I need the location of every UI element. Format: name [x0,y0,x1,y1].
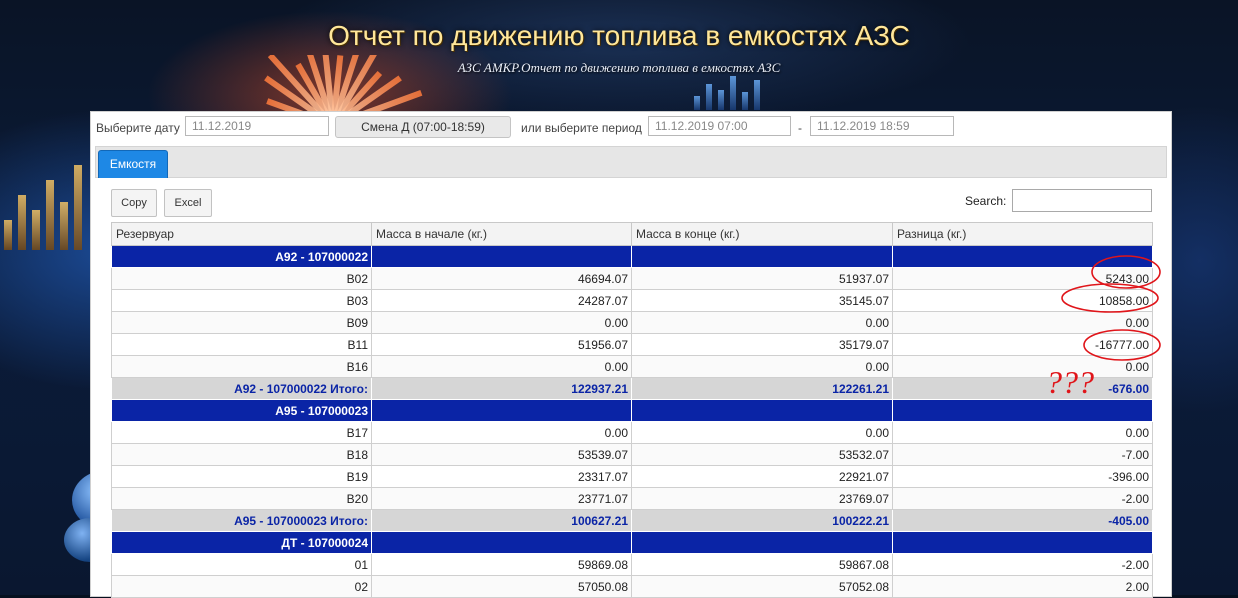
table-row: В18 53539.07 53532.07 -7.00 [111,443,1153,466]
tank-cell: 01 [111,553,372,576]
report-panel: Выберите дату Смена Д (07:00-18:59) или … [90,111,1172,598]
tank-cell: 02 [111,575,372,598]
total-mass-start: 122937.21 [371,377,632,400]
table-row: 02 57050.08 57052.08 2.00 [111,575,1153,598]
total-difference: -405.00 [892,509,1153,532]
period-to-input[interactable] [810,116,954,136]
tank-cell: В18 [111,443,372,466]
period-from-input[interactable] [648,116,791,136]
difference-cell: -16777.00 [892,333,1153,356]
tank-cell: В20 [111,487,372,510]
total-row: А95 - 107000023 Итого: 100627.21 100222.… [111,509,1153,532]
column-header-mass-start[interactable]: Масса в начале (кг.) [371,222,632,246]
mass-start-cell: 51956.07 [371,333,632,356]
table-row: В02 46694.07 51937.07 5243.00 [111,267,1153,290]
filter-bar: Выберите дату Смена Д (07:00-18:59) или … [91,112,1171,142]
table-row: В16 0.00 0.00 0.00 [111,355,1153,378]
mass-start-cell: 0.00 [371,311,632,334]
table-header-row: Резервуар Масса в начале (кг.) Масса в к… [111,222,1153,246]
mass-start-cell: 24287.07 [371,289,632,312]
excel-button[interactable]: Excel [164,189,212,217]
mass-end-cell: 53532.07 [631,443,893,466]
total-difference: -676.00 [892,377,1153,400]
period-separator: - [798,121,802,135]
group-row: А95 - 107000023 [111,399,1153,422]
tank-cell: В03 [111,289,372,312]
mass-start-cell: 23771.07 [371,487,632,510]
difference-cell: -2.00 [892,487,1153,510]
tank-cell: В19 [111,465,372,488]
mass-end-cell: 57052.08 [631,575,893,598]
tank-cell: В11 [111,333,372,356]
search-label: Search: [965,194,1007,208]
tank-cell: В17 [111,421,372,444]
copy-button[interactable]: Copy [111,189,157,217]
background-bar-chart [0,150,90,250]
table-row: В03 24287.07 35145.07 10858.00 [111,289,1153,312]
total-row: А92 - 107000022 Итого: 122937.21 122261.… [111,377,1153,400]
shift-button[interactable]: Смена Д (07:00-18:59) [335,116,511,138]
difference-cell: 10858.00 [892,289,1153,312]
table-row: В20 23771.07 23769.07 -2.00 [111,487,1153,510]
date-label: Выберите дату [96,121,180,135]
column-header-difference[interactable]: Разница (кг.) [892,222,1153,246]
table-row: 01 59869.08 59867.08 -2.00 [111,553,1153,576]
search-input[interactable] [1012,189,1152,212]
column-header-mass-end[interactable]: Масса в конце (кг.) [631,222,893,246]
difference-cell: 0.00 [892,421,1153,444]
mass-end-cell: 59867.08 [631,553,893,576]
tab-bar: Емкостя [95,146,1167,178]
total-label: А92 - 107000022 Итого: [111,377,372,400]
table-row: В11 51956.07 35179.07 -16777.00 [111,333,1153,356]
mass-start-cell: 23317.07 [371,465,632,488]
mass-start-cell: 53539.07 [371,443,632,466]
group-name: А92 - 107000022 [111,245,372,268]
page-subtitle: АЗС АМКР.Отчет по движению топлива в емк… [457,60,781,75]
fuel-table: Резервуар Масса в начале (кг.) Масса в к… [111,222,1153,598]
difference-cell: 0.00 [892,311,1153,334]
mass-start-cell: 57050.08 [371,575,632,598]
mass-end-cell: 0.00 [631,355,893,378]
mass-start-cell: 59869.08 [371,553,632,576]
total-label: А95 - 107000023 Итого: [111,509,372,532]
column-header-tank[interactable]: Резервуар [111,222,372,246]
mass-start-cell: 0.00 [371,355,632,378]
tank-cell: В16 [111,355,372,378]
group-name: А95 - 107000023 [111,399,372,422]
mass-start-cell: 46694.07 [371,267,632,290]
table-row: В19 23317.07 22921.07 -396.00 [111,465,1153,488]
total-mass-start: 100627.21 [371,509,632,532]
group-row: А92 - 107000022 [111,245,1153,268]
group-name: ДТ - 107000024 [111,531,372,554]
background-bar-chart-2 [690,70,810,110]
tank-cell: В09 [111,311,372,334]
tab-tanks[interactable]: Емкостя [98,150,168,178]
mass-start-cell: 0.00 [371,421,632,444]
difference-cell: -396.00 [892,465,1153,488]
mass-end-cell: 22921.07 [631,465,893,488]
difference-cell: 2.00 [892,575,1153,598]
total-mass-end: 122261.21 [631,377,893,400]
total-mass-end: 100222.21 [631,509,893,532]
date-input[interactable] [185,116,329,136]
difference-cell: 5243.00 [892,267,1153,290]
table-row: В09 0.00 0.00 0.00 [111,311,1153,334]
page-title: Отчет по движению топлива в емкостях АЗС [328,20,910,51]
period-label: или выберите период [521,121,642,135]
mass-end-cell: 23769.07 [631,487,893,510]
mass-end-cell: 35145.07 [631,289,893,312]
tank-cell: В02 [111,267,372,290]
group-row: ДТ - 107000024 [111,531,1153,554]
difference-cell: -2.00 [892,553,1153,576]
mass-end-cell: 51937.07 [631,267,893,290]
mass-end-cell: 0.00 [631,311,893,334]
mass-end-cell: 35179.07 [631,333,893,356]
mass-end-cell: 0.00 [631,421,893,444]
difference-cell: 0.00 [892,355,1153,378]
difference-cell: -7.00 [892,443,1153,466]
table-row: В17 0.00 0.00 0.00 [111,421,1153,444]
